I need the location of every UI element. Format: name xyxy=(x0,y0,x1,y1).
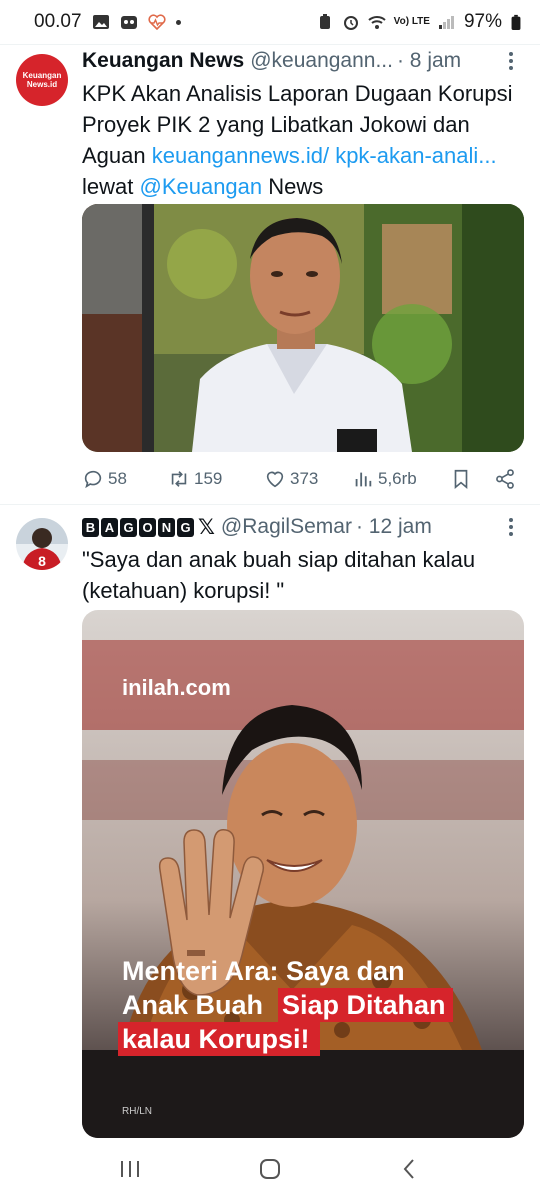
divider xyxy=(0,504,540,505)
like-count: 373 xyxy=(290,469,319,488)
recent-apps-button[interactable] xyxy=(110,1149,150,1189)
badge-letter: G xyxy=(120,517,137,537)
back-icon xyxy=(403,1159,414,1179)
badge-letter: N xyxy=(158,517,175,537)
reply-icon xyxy=(84,470,102,489)
reply-button[interactable]: 58 xyxy=(82,468,168,490)
gallery-icon xyxy=(92,15,109,29)
badge-letter: G xyxy=(177,517,194,537)
avatar[interactable]: Keuangan News.id xyxy=(16,54,68,106)
home-button[interactable] xyxy=(250,1149,290,1189)
avatar-logo-text: Keuangan News.id xyxy=(22,71,62,89)
reply-count: 58 xyxy=(108,469,127,488)
tweet-bagong[interactable]: 8 B A G O N G 𝕏 @RagilSemar · 12 jam "Sa… xyxy=(0,510,540,1140)
author-name[interactable]: Keuangan News xyxy=(82,49,244,73)
battery-percent: 97% xyxy=(463,11,502,32)
like-button[interactable]: 373 xyxy=(264,468,352,490)
back-button[interactable] xyxy=(390,1149,430,1189)
author-handle[interactable]: @keuangann... xyxy=(250,49,393,73)
tweet-media-photo[interactable]: inilah.com Menteri Ara: Saya dan Anak Bu… xyxy=(82,610,524,1138)
tweet-text: KPK Akan Analisis Laporan Dugaan Korupsi… xyxy=(82,78,524,202)
more-icon[interactable] xyxy=(498,514,524,540)
tweet-time: · 8 jam xyxy=(396,49,462,72)
tweet-text-mid: lewat xyxy=(82,174,140,199)
bookmark-button[interactable] xyxy=(450,468,486,490)
status-time: 00.07 xyxy=(34,11,82,32)
alarm-icon xyxy=(343,16,358,30)
share-icon xyxy=(496,469,514,489)
author-handle[interactable]: @RagilSemar xyxy=(221,515,352,539)
views-button[interactable]: 5,6rb xyxy=(352,468,450,490)
brand-logo-text: inilah.com xyxy=(122,675,231,700)
avatar[interactable]: 8 xyxy=(16,518,68,570)
headline-line-3: kalau Korupsi! xyxy=(122,1024,310,1054)
app-notification-icon xyxy=(120,16,137,29)
tweet-link[interactable]: keuangannews.id/ kpk-akan-anali... xyxy=(152,143,497,168)
retweet-icon xyxy=(171,471,187,487)
home-icon xyxy=(260,1159,280,1179)
bookmark-icon xyxy=(454,469,468,490)
more-icon[interactable] xyxy=(498,48,524,74)
views-count: 5,6rb xyxy=(378,469,417,488)
retweet-count: 159 xyxy=(194,469,223,488)
tweet-actions: 58 159 373 5,6rb xyxy=(82,464,520,494)
tweet-keuangan-news[interactable]: Keuangan News.id Keuangan News @keuangan… xyxy=(0,44,540,504)
headline-line-1: Menteri Ara: Saya dan xyxy=(122,956,405,986)
tweet-time: · 12 jam xyxy=(355,515,432,538)
badge-letter: A xyxy=(101,517,118,537)
tweet-media-photo[interactable] xyxy=(82,204,524,452)
views-icon xyxy=(355,472,372,487)
status-bar: 00.07 Vo) LTE 97% xyxy=(0,0,540,44)
android-nav-bar xyxy=(0,1138,540,1200)
badge-letter: O xyxy=(139,517,156,537)
tweet-text: "Saya dan anak buah siap ditahan kalau (… xyxy=(82,547,476,603)
headline-line-2b: Siap Ditahan xyxy=(282,990,446,1020)
notification-dot xyxy=(175,19,181,25)
battery-icon xyxy=(511,14,521,30)
photo-jokowi xyxy=(82,204,524,452)
network-label: Vo) LTE xyxy=(393,16,430,27)
tweet-header: Keuangan News @keuangann... · 8 jam xyxy=(82,44,524,78)
badge-letter: B xyxy=(82,517,99,537)
avatar-jersey-number: 8 xyxy=(38,553,46,569)
headline-line-2a: Anak Buah xyxy=(122,990,263,1020)
health-icon xyxy=(148,14,166,30)
photo-credit: RH/LN xyxy=(122,1106,152,1117)
tweet-mention[interactable]: @Keuangan xyxy=(139,174,262,199)
retweet-button[interactable]: 159 xyxy=(168,468,264,490)
like-icon xyxy=(266,471,284,488)
signal-icon xyxy=(438,16,454,29)
battery-saver-icon xyxy=(319,14,330,29)
share-button[interactable] xyxy=(486,468,516,490)
author-name-badges[interactable]: B A G O N G xyxy=(82,517,194,537)
tweet-header: B A G O N G 𝕏 @RagilSemar · 12 jam xyxy=(82,510,524,544)
tweet-text-end: News xyxy=(262,174,324,199)
wifi-icon xyxy=(368,16,386,29)
news-card-image: inilah.com Menteri Ara: Saya dan Anak Bu… xyxy=(82,610,524,1138)
x-mark: 𝕏 xyxy=(198,515,215,539)
recent-apps-icon xyxy=(121,1161,139,1177)
